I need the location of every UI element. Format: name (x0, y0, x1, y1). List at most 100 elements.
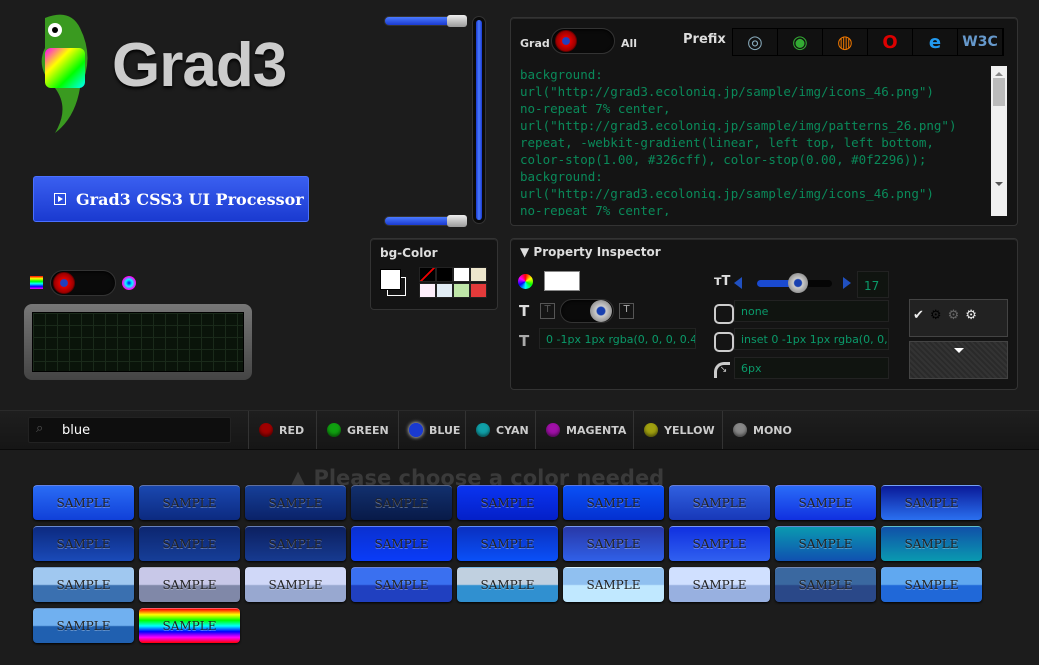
color-dot-icon (327, 423, 341, 437)
color-dot-icon (733, 423, 747, 437)
text-shadow-toggle[interactable] (560, 299, 614, 323)
opera-icon[interactable]: O (868, 29, 913, 55)
font-size-field[interactable]: 17 (857, 271, 889, 298)
inset-shadow-icon[interactable] (714, 332, 734, 352)
sample-button[interactable]: SAMPLE (351, 485, 452, 520)
color-filter-blue[interactable]: BLUE (398, 411, 470, 449)
color-wheel-icon[interactable] (518, 274, 533, 289)
inset-shadow-field[interactable]: inset 0 -1px 1px rgba(0, 0, 0, 0. (734, 328, 889, 350)
font-size-icon: тT (714, 274, 731, 289)
sample-button[interactable]: SAMPLE (457, 526, 558, 561)
play-icon (54, 193, 66, 205)
bg-color-current-swatch[interactable] (380, 269, 401, 290)
css-code-output[interactable]: background: url("http://grad3.ecoloniq.j… (520, 66, 990, 216)
text-color-swatch[interactable] (544, 271, 580, 291)
grad-label: Grad (520, 37, 550, 50)
sample-button[interactable]: SAMPLE (775, 485, 876, 520)
font-size-slider[interactable] (757, 273, 832, 293)
sample-button[interactable]: SAMPLE (881, 567, 982, 602)
bg-swatch[interactable] (470, 283, 487, 298)
sample-button[interactable]: SAMPLE (775, 567, 876, 602)
box-shadow-field[interactable]: none (734, 300, 889, 322)
color-filter-yellow[interactable]: YELLOW (633, 411, 725, 449)
sample-button[interactable]: SAMPLE (669, 485, 770, 520)
gear-icon: ⚙ (929, 308, 948, 323)
sample-button[interactable]: SAMPLE (881, 526, 982, 561)
text-dark-icon[interactable]: T (619, 303, 634, 319)
chrome-android-icon[interactable]: ◉ (778, 29, 823, 55)
search-value: blue (62, 423, 91, 438)
logo-title: Grad3 (112, 31, 287, 100)
sample-button[interactable]: SAMPLE (33, 485, 134, 520)
sample-button[interactable]: SAMPLE (139, 567, 240, 602)
sample-button[interactable]: SAMPLE (775, 526, 876, 561)
bg-swatch[interactable] (436, 267, 453, 282)
color-filter-cyan[interactable]: CYAN (465, 411, 539, 449)
sample-button[interactable]: SAMPLE (351, 526, 452, 561)
safari-icon[interactable]: ◎ (733, 29, 778, 55)
color-filter-red[interactable]: RED (248, 411, 314, 449)
icon-picker[interactable]: ✔⚙⚙⚙ (909, 299, 1008, 337)
rainbow-icon (30, 276, 43, 289)
bg-swatch[interactable] (453, 267, 470, 282)
color-filter-magenta[interactable]: MAGENTA (535, 411, 636, 449)
color-filter-mono[interactable]: MONO (722, 411, 802, 449)
ie-icon[interactable]: e (913, 29, 958, 55)
pattern-picker[interactable] (909, 341, 1008, 379)
w3c-icon[interactable]: W3C (958, 29, 1003, 55)
sample-button[interactable]: SAMPLE (33, 526, 134, 561)
sample-button[interactable]: SAMPLE (563, 485, 664, 520)
color-filter-label: BLUE (429, 423, 461, 437)
bg-swatch[interactable] (470, 267, 487, 282)
border-radius-field[interactable]: 6px (734, 357, 889, 379)
bg-swatch[interactable] (419, 283, 436, 298)
processor-button-label: Grad3 CSS3 UI Processor (76, 189, 304, 209)
sample-button[interactable]: SAMPLE (669, 567, 770, 602)
sample-button[interactable]: SAMPLE (563, 567, 664, 602)
gear-grey-icon: ⚙ (947, 308, 966, 323)
sample-button[interactable]: SAMPLE (881, 485, 982, 520)
code-scrollbar[interactable] (991, 66, 1007, 216)
bg-swatch[interactable] (419, 267, 436, 282)
browser-prefix-bar: ◎ ◉ ◍ Oe W3C (732, 28, 1004, 56)
text-light-icon[interactable]: T (540, 303, 555, 319)
color-dot-icon (546, 423, 560, 437)
sample-button[interactable]: SAMPLE (33, 608, 134, 643)
text-icon: T (519, 302, 530, 320)
firefox-icon[interactable]: ◍ (823, 29, 868, 55)
inspector-title-text: Property Inspector (533, 245, 661, 259)
box-shadow-icon[interactable] (714, 304, 734, 324)
mode-toggle[interactable] (50, 270, 116, 296)
horizontal-slider-bottom[interactable] (384, 215, 467, 227)
grad-all-toggle[interactable] (551, 28, 615, 54)
color-filter-green[interactable]: GREEN (316, 411, 399, 449)
prefix-label: Prefix (683, 32, 726, 47)
sample-button[interactable]: SAMPLE (245, 485, 346, 520)
sample-button[interactable]: SAMPLE (563, 526, 664, 561)
vertical-slider[interactable] (472, 16, 486, 224)
sample-button[interactable]: SAMPLE (139, 485, 240, 520)
radial-icon (122, 276, 136, 290)
font-size-decrease[interactable] (734, 277, 742, 289)
search-input[interactable]: ⌕ blue (28, 417, 231, 443)
bg-swatch[interactable] (436, 283, 453, 298)
color-filter-label: RED (279, 423, 305, 437)
property-inspector-title[interactable]: ▼ Property Inspector (520, 245, 661, 259)
color-filter-label: MONO (753, 423, 792, 437)
bg-swatch[interactable] (453, 283, 470, 298)
sample-button[interactable]: SAMPLE (245, 567, 346, 602)
horizontal-slider-top[interactable] (384, 15, 467, 27)
sample-button[interactable]: SAMPLE (139, 608, 240, 643)
sample-button[interactable]: SAMPLE (351, 567, 452, 602)
sample-button[interactable]: SAMPLE (457, 567, 558, 602)
font-size-increase[interactable] (843, 277, 851, 289)
color-dot-icon (259, 423, 273, 437)
sample-button[interactable]: SAMPLE (245, 526, 346, 561)
sample-button[interactable]: SAMPLE (669, 526, 770, 561)
sample-button[interactable]: SAMPLE (139, 526, 240, 561)
sample-button[interactable]: SAMPLE (457, 485, 558, 520)
processor-button[interactable]: Grad3 CSS3 UI Processor (33, 176, 309, 222)
border-radius-icon: ↘ (714, 362, 730, 378)
sample-button[interactable]: SAMPLE (33, 567, 134, 602)
text-shadow-field[interactable]: 0 -1px 1px rgba(0, 0, 0, 0.4), 0 1 (539, 328, 696, 349)
